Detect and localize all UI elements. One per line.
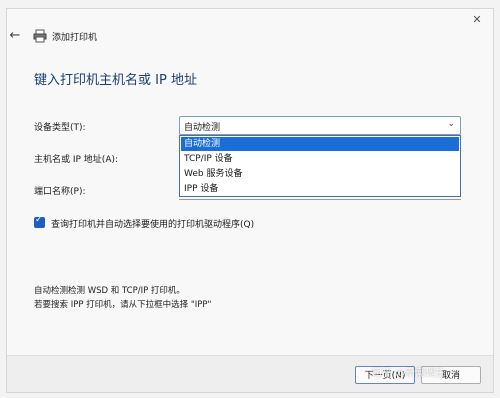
port-input[interactable] — [179, 199, 461, 200]
chevron-down-icon: ⌄ — [447, 119, 455, 129]
add-printer-dialog: ← 添加打印机 ✕ 键入打印机主机名或 IP 地址 设备类型(T): 自动检测 … — [6, 8, 494, 393]
dropdown-option-tcpip[interactable]: TCP/IP 设备 — [181, 152, 459, 166]
dropdown-option-auto[interactable]: 自动检测 — [181, 137, 459, 151]
window-title: 添加打印机 — [52, 33, 98, 43]
dropdown-option-web-services[interactable]: Web 服务设备 — [181, 167, 459, 181]
hostname-label: 主机名或 IP 地址(A): — [34, 155, 119, 165]
query-printer-checkbox[interactable]: ✓ — [34, 215, 45, 228]
info-line-2: 若要搜索 IPP 打印机，请从下拉框中选择 "IPP" — [34, 300, 212, 310]
printer-icon — [33, 29, 47, 43]
back-arrow-icon[interactable]: ← — [8, 29, 22, 43]
port-label: 端口名称(P): — [34, 187, 86, 197]
device-type-select[interactable]: 自动检测 ⌄ — [179, 116, 461, 135]
page-heading: 键入打印机主机名或 IP 地址 — [34, 73, 197, 88]
device-type-dropdown: 自动检测 TCP/IP 设备 Web 服务设备 IPP 设备 — [179, 135, 461, 197]
device-type-label: 设备类型(T): — [34, 123, 86, 133]
checkmark-icon: ✓ — [35, 215, 43, 225]
close-icon[interactable]: ✕ — [469, 13, 485, 27]
watermark: 知乎 @新潮调生 — [372, 368, 446, 379]
dropdown-option-ipp[interactable]: IPP 设备 — [181, 182, 459, 196]
device-type-value: 自动检测 — [184, 123, 221, 133]
title-bar: ← 添加打印机 ✕ — [7, 9, 493, 53]
query-printer-label: 查询打印机并自动选择要使用的打印机驱动程序(Q) — [51, 220, 255, 230]
info-line-1: 自动检测检测 WSD 和 TCP/IP 打印机。 — [34, 286, 185, 296]
